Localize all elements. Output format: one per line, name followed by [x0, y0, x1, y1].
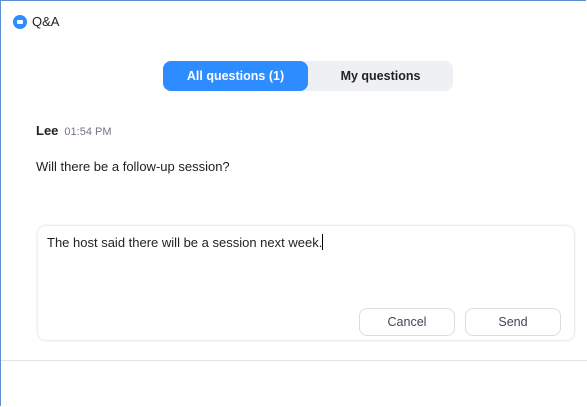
question-time: 01:54 PM: [64, 126, 112, 138]
question-header: Lee 01:54 PM: [36, 123, 112, 138]
answer-input[interactable]: The host said there will be a session ne…: [47, 234, 563, 294]
qa-window: Q&A All questions (1) My questions Lee 01…: [0, 0, 587, 406]
window-title: Q&A: [32, 14, 60, 29]
title-bar: Q&A: [1, 1, 586, 41]
question-author: Lee: [36, 123, 59, 138]
answer-input-text: The host said there will be a session ne…: [47, 235, 323, 250]
zoom-app-icon: [13, 15, 27, 29]
divider: [1, 360, 587, 361]
tab-all-questions[interactable]: All questions (1): [163, 61, 308, 91]
question-filter-tabs: All questions (1) My questions: [163, 61, 453, 91]
cancel-button[interactable]: Cancel: [359, 308, 455, 336]
text-caret: [322, 234, 324, 250]
answer-composer: The host said there will be a session ne…: [38, 226, 574, 340]
tab-my-questions[interactable]: My questions: [308, 61, 453, 91]
send-button[interactable]: Send: [465, 308, 561, 336]
question-text: Will there be a follow-up session?: [36, 159, 230, 174]
